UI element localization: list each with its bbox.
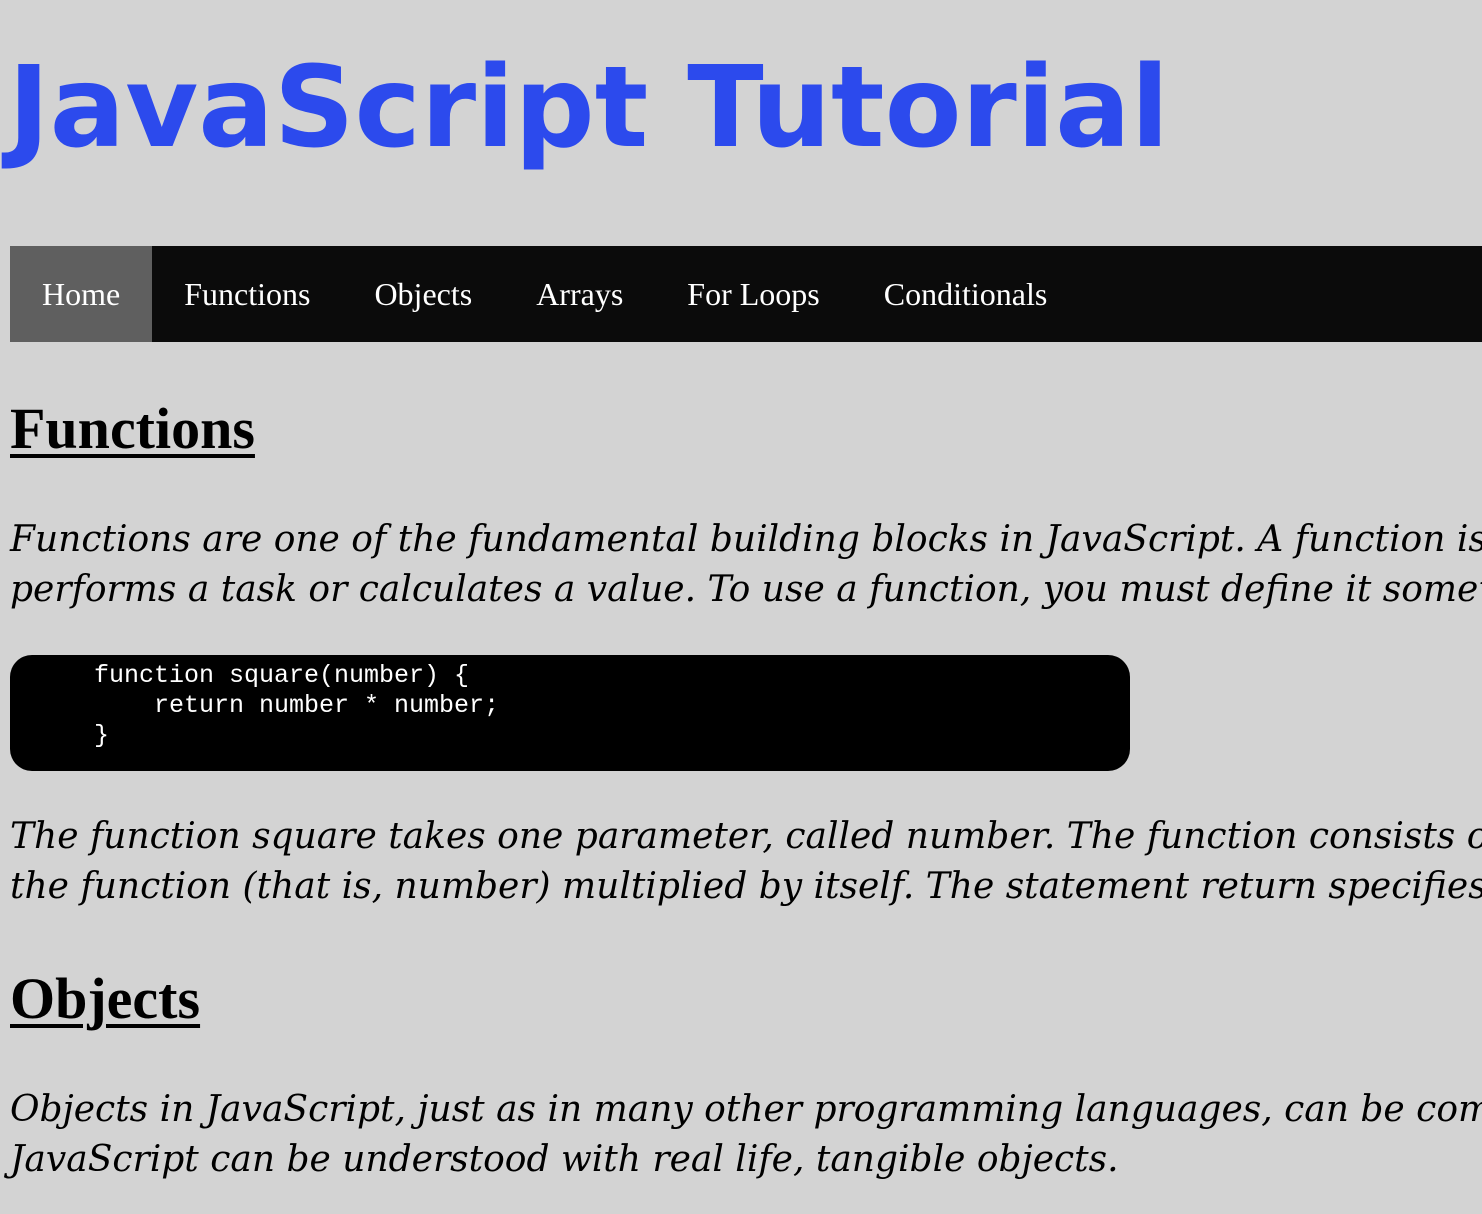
- objects-intro-paragraph: Objects in JavaScript, just as in many o…: [10, 1085, 1482, 1185]
- objects-heading: Objects: [10, 966, 201, 1031]
- nav-item-objects[interactable]: Objects: [342, 246, 504, 342]
- code-line: return number * number;: [94, 691, 500, 720]
- main-navbar: Home Functions Objects Arrays For Loops …: [10, 246, 1482, 342]
- functions-intro-paragraph: Functions are one of the fundamental bui…: [10, 515, 1482, 615]
- objects-intro-line: JavaScript can be understood with real l…: [10, 1139, 1119, 1180]
- code-line: function square(number) {: [94, 661, 470, 690]
- functions-intro-line: Functions are one of the fundamental bui…: [10, 519, 1482, 560]
- functions-explanation-paragraph: The function square takes one parameter,…: [10, 812, 1482, 912]
- nav-item-for-loops[interactable]: For Loops: [655, 246, 851, 342]
- nav-item-home[interactable]: Home: [10, 246, 153, 342]
- objects-intro-line: Objects in JavaScript, just as in many o…: [10, 1089, 1482, 1130]
- site-title: JavaScript Tutorial: [8, 43, 1170, 173]
- functions-explanation-line: The function square takes one parameter,…: [10, 816, 1482, 857]
- code-example-block: function square(number) { return number …: [10, 655, 1130, 771]
- nav-item-functions[interactable]: Functions: [152, 246, 342, 342]
- functions-explanation-line: the function (that is, number) multiplie…: [10, 866, 1482, 907]
- code-line: }: [94, 721, 110, 750]
- functions-heading: Functions: [10, 396, 255, 461]
- functions-intro-line: performs a task or calculates a value. T…: [10, 569, 1482, 610]
- nav-item-conditionals[interactable]: Conditionals: [852, 246, 1080, 342]
- page: JavaScript Tutorial Home Functions Objec…: [0, 0, 1482, 1214]
- nav-item-arrays[interactable]: Arrays: [504, 246, 655, 342]
